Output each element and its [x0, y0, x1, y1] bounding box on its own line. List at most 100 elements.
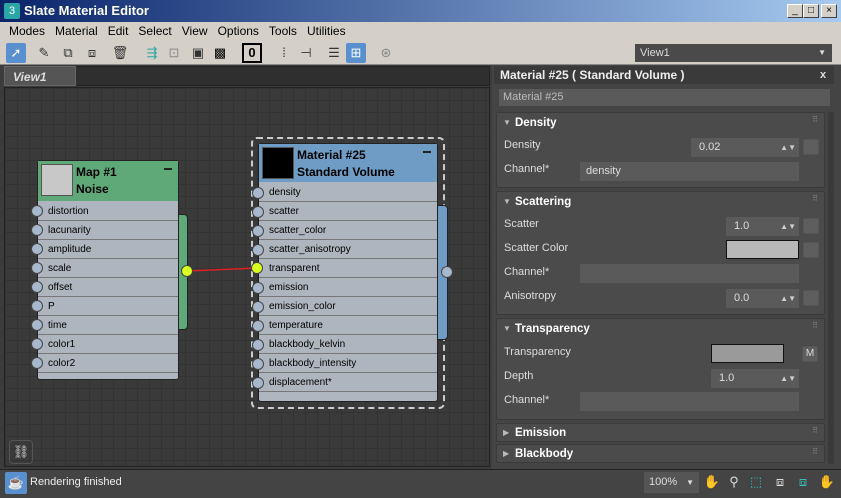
- input-socket[interactable]: [252, 377, 264, 389]
- density-channel-field[interactable]: density: [580, 162, 799, 181]
- scatter-map-button[interactable]: [803, 218, 819, 234]
- teapot-icon[interactable]: ☕: [5, 472, 27, 494]
- rollout-transparency-header[interactable]: Transparency: [497, 319, 590, 339]
- transparency-map-button[interactable]: M: [802, 346, 818, 362]
- density-label: Density: [504, 139, 541, 151]
- close-button[interactable]: ×: [821, 4, 837, 18]
- input-socket[interactable]: [252, 339, 264, 351]
- minimize-icon[interactable]: [164, 168, 172, 170]
- grip-icon[interactable]: ⠿: [812, 447, 818, 456]
- slot-transparent[interactable]: transparent: [259, 259, 437, 278]
- input-socket[interactable]: [31, 338, 43, 350]
- slot-color2[interactable]: color2: [38, 354, 178, 373]
- scatter-color-swatch[interactable]: [726, 240, 799, 259]
- slot-emission[interactable]: emission: [259, 278, 437, 297]
- scatter-spinner[interactable]: 1.0 ▲▼: [726, 217, 799, 236]
- panel-close-icon[interactable]: x: [820, 66, 826, 84]
- navigator-binoculars-icon[interactable]: ⛓: [9, 440, 33, 464]
- minimize-button[interactable]: _: [787, 4, 803, 18]
- transparency-channel-field[interactable]: [580, 392, 799, 411]
- zoom-selector[interactable]: 100% ▼: [644, 472, 699, 493]
- slot-temperature[interactable]: temperature: [259, 316, 437, 335]
- input-socket[interactable]: [252, 320, 264, 332]
- depth-spinner[interactable]: 1.0 ▲▼: [711, 369, 799, 388]
- zoom-icon[interactable]: ⚲: [725, 473, 743, 491]
- pan-to-selected-icon[interactable]: ✋: [818, 473, 836, 491]
- material-node-type: Standard Volume: [297, 165, 395, 179]
- material-node[interactable]: Material #25 Standard Volume density sca…: [258, 143, 438, 402]
- slot-emission-color[interactable]: emission_color: [259, 297, 437, 316]
- density-map-button[interactable]: [803, 139, 819, 155]
- input-socket[interactable]: [252, 244, 264, 256]
- connection-wire[interactable]: [186, 267, 258, 272]
- slot-scatter-anisotropy[interactable]: scatter_anisotropy: [259, 240, 437, 259]
- grip-icon[interactable]: ⠿: [812, 194, 818, 203]
- slot-displacement[interactable]: displacement*: [259, 373, 437, 392]
- grip-icon[interactable]: ⠿: [812, 115, 818, 124]
- anisotropy-spinner[interactable]: 0.0 ▲▼: [726, 289, 799, 308]
- spinner-arrows-icon[interactable]: ▲▼: [780, 369, 796, 388]
- input-socket[interactable]: [31, 319, 43, 331]
- input-socket[interactable]: [31, 205, 43, 217]
- rollout-density-header[interactable]: Density: [497, 113, 557, 133]
- slot-density[interactable]: density: [259, 183, 437, 202]
- slot-amplitude[interactable]: amplitude: [38, 240, 178, 259]
- map-node-header[interactable]: Map #1 Noise: [38, 161, 178, 201]
- rollout-emission-header[interactable]: Emission: [497, 424, 566, 444]
- view-selector[interactable]: View1 ▼: [635, 44, 832, 62]
- minimize-icon[interactable]: [423, 151, 431, 153]
- status-text: Rendering finished: [30, 476, 122, 488]
- grip-icon[interactable]: ⠿: [812, 321, 818, 330]
- material-name-field[interactable]: Material #25: [499, 89, 830, 106]
- maximize-button[interactable]: □: [803, 4, 819, 18]
- map-node[interactable]: Map #1 Noise distortion lacunarity ampli…: [37, 160, 179, 380]
- slot-scatter[interactable]: scatter: [259, 202, 437, 221]
- input-socket[interactable]: [31, 243, 43, 255]
- rollout-transparency: ▼ Transparency ⠿ Transparency M Depth 1.…: [496, 318, 825, 420]
- zoom-extents-icon[interactable]: ⧈: [771, 473, 789, 491]
- input-socket[interactable]: [31, 300, 43, 312]
- input-socket[interactable]: [252, 206, 264, 218]
- input-socket[interactable]: [31, 262, 43, 274]
- channel-label: Channel*: [504, 266, 550, 278]
- zoom-region-icon[interactable]: ⬚: [747, 473, 765, 491]
- rollout-blackbody-header[interactable]: Blackbody: [497, 445, 573, 465]
- zoom-value: 100%: [649, 476, 678, 488]
- slot-scatter-color[interactable]: scatter_color: [259, 221, 437, 240]
- scatter-channel-field[interactable]: [580, 264, 799, 283]
- input-socket[interactable]: [31, 224, 43, 236]
- slot-color1[interactable]: color1: [38, 335, 178, 354]
- slot-blackbody-intensity[interactable]: blackbody_intensity: [259, 354, 437, 373]
- spinner-arrows-icon[interactable]: ▲▼: [780, 289, 796, 308]
- map-output-socket[interactable]: [181, 265, 193, 277]
- scatter-color-map-button[interactable]: [803, 242, 819, 258]
- spinner-arrows-icon[interactable]: ▲▼: [780, 217, 796, 236]
- spinner-arrows-icon[interactable]: ▲▼: [780, 138, 796, 157]
- grip-icon[interactable]: ⠿: [812, 426, 818, 435]
- anisotropy-map-button[interactable]: [803, 290, 819, 306]
- zoom-extents-selected-icon[interactable]: ⧈: [794, 473, 812, 491]
- input-socket[interactable]: [252, 187, 264, 199]
- slot-blackbody-kelvin[interactable]: blackbody_kelvin: [259, 335, 437, 354]
- pan-hand-icon[interactable]: ✋: [703, 473, 721, 491]
- rollout-scattering-header[interactable]: Scattering: [497, 192, 571, 212]
- input-socket[interactable]: [252, 301, 264, 313]
- input-socket[interactable]: [252, 225, 264, 237]
- panel-scrollbar[interactable]: [828, 112, 834, 464]
- slot-p[interactable]: P: [38, 297, 178, 316]
- density-spinner[interactable]: 0.02 ▲▼: [691, 138, 799, 157]
- input-socket[interactable]: [252, 282, 264, 294]
- material-output-socket[interactable]: [441, 266, 453, 278]
- transparency-color-swatch[interactable]: [711, 344, 784, 363]
- slot-scale[interactable]: scale: [38, 259, 178, 278]
- input-socket-connected[interactable]: [251, 262, 263, 274]
- map-node-type: Noise: [76, 182, 109, 196]
- slot-lacunarity[interactable]: lacunarity: [38, 221, 178, 240]
- slot-offset[interactable]: offset: [38, 278, 178, 297]
- slot-time[interactable]: time: [38, 316, 178, 335]
- slot-distortion[interactable]: distortion: [38, 202, 178, 221]
- input-socket[interactable]: [31, 357, 43, 369]
- input-socket[interactable]: [31, 281, 43, 293]
- material-node-header[interactable]: Material #25 Standard Volume: [259, 144, 437, 182]
- input-socket[interactable]: [252, 358, 264, 370]
